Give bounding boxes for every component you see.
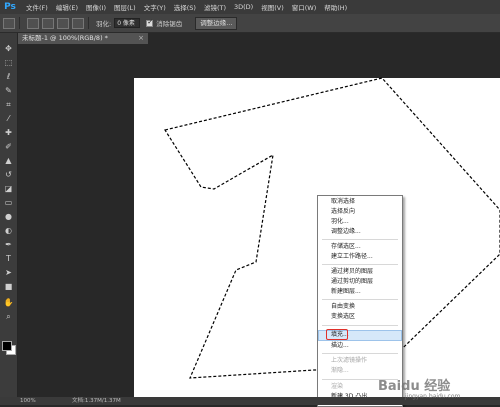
menu-separator [322,325,398,326]
menu-item-stroke[interactable]: 描边... [318,341,402,351]
options-divider [88,17,89,29]
menu-item-free-transform[interactable]: 自由变换 [318,302,402,312]
document-size: 文档:1.37M/1.37M [72,398,121,404]
quick-select-icon[interactable]: ✎ [3,85,14,96]
menu-select[interactable]: 选择(S) [170,2,200,12]
zoom-level[interactable]: 100% [20,397,36,405]
menu-window[interactable]: 窗口(W) [288,2,321,12]
toolbox: ✥ ⬚ ℓ ✎ ⌗ ⁄ ✚ ✐ ▲ ↺ ◪ ▭ ● ◐ ✒ T ➤ ■ ✋ ⌕ [0,33,18,397]
subtract-selection-icon[interactable] [57,17,69,29]
menu-item-feather[interactable]: 羽化... [318,217,402,227]
add-selection-icon[interactable] [42,17,54,29]
heal-icon[interactable]: ✚ [3,127,14,138]
pen-icon[interactable]: ✒ [3,239,14,250]
menu-item-inverse[interactable]: 选择反向 [318,207,402,217]
options-divider [19,17,20,29]
marquee-icon[interactable]: ⬚ [3,57,14,68]
eraser-icon[interactable]: ◪ [3,183,14,194]
new-selection-icon[interactable] [27,17,39,29]
menu-edit[interactable]: 编辑(E) [52,2,82,12]
hand-icon[interactable]: ✋ [3,297,14,308]
photoshop-logo: Ps [4,2,16,12]
menu-separator [322,264,398,265]
feather-input[interactable]: 0 像素 [114,18,141,28]
intersect-selection-icon[interactable] [72,17,84,29]
baidu-watermark: Baidu 经验 [378,379,451,394]
close-icon[interactable]: × [138,33,144,44]
menu-item-transform-selection[interactable]: 变换选区 [318,312,402,322]
menu-image[interactable]: 图像(I) [82,2,110,12]
dodge-icon[interactable]: ◐ [3,225,14,236]
menu-item-fill[interactable]: 填充... [318,330,402,340]
options-bar: 羽化: 0 像素 消除锯齿 调整边缘... [0,14,500,33]
stamp-icon[interactable]: ▲ [3,155,14,166]
brush-icon[interactable]: ✐ [3,141,14,152]
menu-item-refine-edge[interactable]: 调整边缘... [318,227,402,237]
zoom-icon[interactable]: ⌕ [3,311,14,322]
antialias-checkbox[interactable] [146,18,154,27]
canvas-workspace[interactable] [18,44,500,397]
menu-item-deselect[interactable]: 取消选择 [318,197,402,207]
path-select-icon[interactable]: ➤ [3,267,14,278]
menu-separator [322,353,398,354]
type-icon[interactable]: T [3,253,14,264]
history-brush-icon[interactable]: ↺ [3,169,14,180]
shape-icon[interactable]: ■ [3,281,14,292]
menu-item-make-work-path[interactable]: 建立工作路径... [318,252,402,262]
menu-item-layer-via-cut[interactable]: 通过剪切的图层 [318,277,402,287]
menu-view[interactable]: 视图(V) [257,2,288,12]
crop-icon[interactable]: ⌗ [3,99,14,110]
menu-type[interactable]: 文字(Y) [140,2,170,12]
lasso-icon[interactable]: ℓ [3,71,14,82]
gradient-icon[interactable]: ▭ [3,197,14,208]
document-tab[interactable]: 未标题-1 @ 100%(RGB/8) * × [18,33,148,44]
menu-file[interactable]: 文件(F) [22,2,52,12]
menu-item-new-layer[interactable]: 新建图层... [318,287,402,297]
refine-edge-button[interactable]: 调整边缘... [195,16,238,30]
menu-separator [322,239,398,240]
menu-layer[interactable]: 图层(L) [110,2,140,12]
blur-icon[interactable]: ● [3,211,14,222]
document-title: 未标题-1 @ 100%(RGB/8) * [22,34,108,42]
menu-3d[interactable]: 3D(D) [230,3,257,11]
antialias-label: 消除锯齿 [156,20,183,28]
eyedropper-icon[interactable]: ⁄ [3,113,14,124]
menu-filter[interactable]: 滤镜(T) [200,2,230,12]
menu-item-last-filter: 上次滤镜操作 [331,357,368,364]
baidu-watermark-url: jingyan.baidu.com [405,393,461,400]
menu-item-layer-via-copy[interactable]: 通过拷贝的图层 [318,267,402,277]
canvas-svg [134,77,500,397]
menu-bar: Ps 文件(F) 编辑(E) 图像(I) 图层(L) 文字(Y) 选择(S) 滤… [0,0,500,14]
feather-label: 羽化: [96,20,112,28]
menu-item-save-selection[interactable]: 存储选区... [318,242,402,252]
move-icon[interactable]: ✥ [3,43,14,54]
menu-help[interactable]: 帮助(H) [320,2,351,12]
menu-separator [322,299,398,300]
foreground-color-swatch[interactable] [2,341,12,351]
lasso-tool-preset-icon[interactable] [3,17,15,29]
